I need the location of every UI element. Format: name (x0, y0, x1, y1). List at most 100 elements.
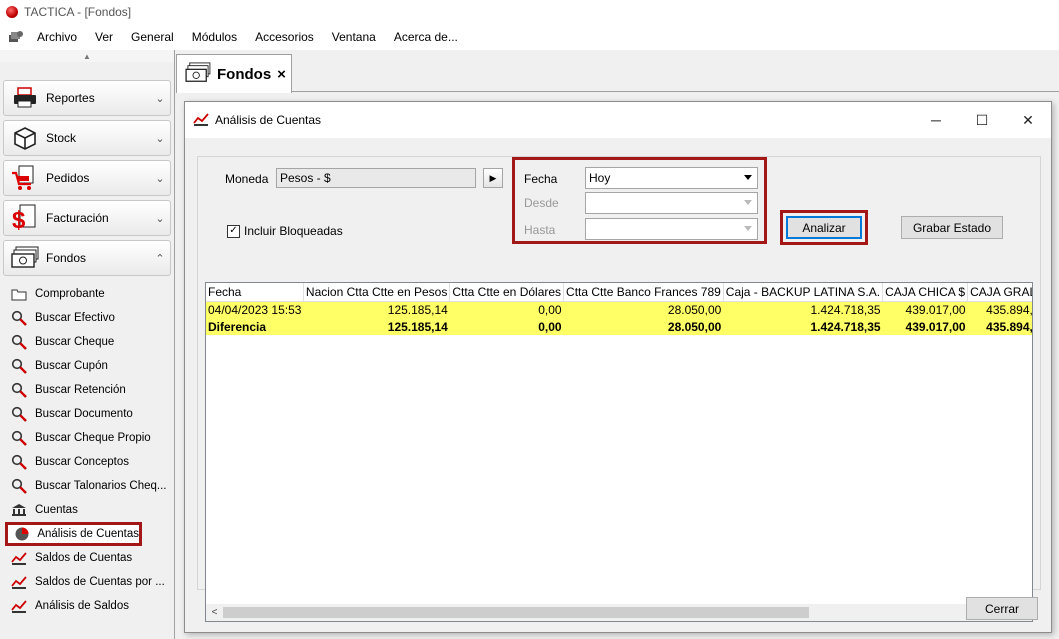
sidebar-item-buscar-cheque-propio[interactable]: Buscar Cheque Propio (0, 426, 174, 450)
search-icon (10, 406, 28, 422)
column-header[interactable]: Nacion Ctta Ctte en Pesos (303, 283, 451, 302)
tab-fondos[interactable]: Fondos × (176, 54, 292, 93)
search-icon (10, 310, 28, 326)
fecha-combo[interactable]: Hoy (585, 167, 758, 189)
folder-icon (10, 286, 28, 302)
cerrar-button[interactable]: Cerrar (966, 597, 1038, 620)
sidebar-group-label: Pedidos (46, 171, 90, 185)
chart-icon (10, 550, 28, 566)
table-cell: 125.185,14 (303, 318, 450, 335)
sidebar-group-fondos[interactable]: Fondos ⌃ (3, 240, 171, 276)
moneda-field[interactable]: Pesos - $ (276, 168, 476, 188)
box-icon (10, 125, 40, 151)
sidebar-item-buscar-retencion[interactable]: Buscar Retención (0, 378, 174, 402)
close-icon[interactable]: × (277, 66, 286, 83)
scrollbar-track[interactable] (223, 604, 1015, 621)
grabar-estado-button[interactable]: Grabar Estado (901, 216, 1003, 239)
results-grid: Fecha Nacion Ctta Ctte en Pesos Ctta Ctt… (205, 282, 1033, 622)
menu-ver[interactable]: Ver (86, 30, 122, 44)
table-cell: Diferencia (206, 318, 304, 335)
sidebar-item-label: Buscar Documento (35, 408, 133, 420)
sidebar-item-buscar-documento[interactable]: Buscar Documento (0, 402, 174, 426)
sidebar-item-buscar-cupon[interactable]: Buscar Cupón (0, 354, 174, 378)
table-cell: 435.894,30 (967, 318, 1032, 335)
table-cell: 1.424.718,35 (723, 301, 883, 318)
table-row[interactable]: 04/04/2023 15:53 125.185,14 0,00 28.050,… (206, 301, 1032, 318)
sidebar-scroll-up[interactable]: ▲ (0, 50, 174, 62)
desde-combo[interactable] (585, 192, 758, 214)
menu-bar: Archivo Ver General Módulos Accesorios V… (0, 24, 1059, 50)
column-header[interactable]: Fecha (206, 283, 304, 302)
menu-general[interactable]: General (122, 30, 183, 44)
table-row[interactable]: Diferencia 125.185,14 0,00 28.050,00 1.4… (206, 318, 1032, 335)
sidebar-item-label: Buscar Efectivo (35, 312, 115, 324)
search-icon (10, 334, 28, 350)
document-tab-strip: Fondos × (176, 50, 1059, 93)
chevron-down-icon: ⌄ (155, 132, 165, 145)
sidebar-item-label: Buscar Conceptos (35, 456, 129, 468)
table-cell: 439.017,00 (882, 318, 968, 335)
sidebar-item-analisis-saldos[interactable]: Análisis de Saldos (0, 594, 174, 618)
bank-icon (10, 502, 28, 518)
sidebar-group-stock[interactable]: Stock ⌄ (3, 120, 171, 156)
horizontal-scrollbar[interactable]: < > (206, 604, 1032, 621)
window-title: TACTICA - [Fondos] (24, 5, 132, 19)
column-header[interactable]: CAJA CHICA $ (882, 283, 969, 302)
dollar-icon: $ (10, 204, 40, 232)
sidebar-item-label: Buscar Retención (35, 384, 126, 396)
scrollbar-thumb[interactable] (223, 607, 809, 618)
table-cell: 04/04/2023 15:53 (206, 301, 304, 318)
sidebar-group-label: Reportes (46, 91, 95, 105)
column-header[interactable]: Caja - BACKUP LATINA S.A. (723, 283, 884, 302)
money-icon (10, 245, 40, 271)
chevron-up-icon: ⌃ (155, 252, 165, 265)
checkmark-icon: ✓ (227, 224, 240, 238)
app-menu-icon[interactable] (8, 29, 24, 45)
hasta-combo[interactable] (585, 218, 758, 240)
analisis-cuentas-dialog: Análisis de Cuentas ─ ☐ ✕ Moneda Pesos -… (184, 101, 1052, 633)
sidebar-group-facturacion[interactable]: $ Facturación ⌄ (3, 200, 171, 236)
sidebar-group-pedidos[interactable]: Pedidos ⌄ (3, 160, 171, 196)
dropdown-arrow-icon (744, 226, 752, 231)
sidebar-item-buscar-conceptos[interactable]: Buscar Conceptos (0, 450, 174, 474)
menu-ventana[interactable]: Ventana (323, 30, 385, 44)
close-icon[interactable]: ✕ (1005, 102, 1051, 138)
column-header[interactable]: CAJA GRAL $ (967, 283, 1032, 302)
sidebar-item-analisis-cuentas[interactable]: Análisis de Cuentas (5, 522, 142, 546)
fecha-label: Fecha (524, 172, 558, 186)
sidebar-item-comprobante[interactable]: Comprobante (0, 282, 174, 306)
sidebar-item-saldos-cuentas[interactable]: Saldos de Cuentas (0, 546, 174, 570)
menu-archivo[interactable]: Archivo (28, 30, 86, 44)
dropdown-arrow-icon (744, 175, 752, 180)
table-cell: 28.050,00 (563, 318, 724, 335)
menu-accesorios[interactable]: Accesorios (246, 30, 323, 44)
moneda-select-button[interactable]: ▶ (483, 168, 503, 188)
sidebar-item-buscar-cheque[interactable]: Buscar Cheque (0, 330, 174, 354)
analizar-button[interactable]: Analizar (786, 216, 862, 239)
sidebar-item-saldos-cuentas-por[interactable]: Saldos de Cuentas por ... (0, 570, 174, 594)
sidebar-items: Comprobante Buscar Efectivo Buscar Chequ… (0, 282, 174, 618)
sidebar-item-cuentas[interactable]: Cuentas (0, 498, 174, 522)
minimize-icon[interactable]: ─ (913, 102, 959, 138)
sidebar-item-buscar-talonarios[interactable]: Buscar Talonarios Cheq... (0, 474, 174, 498)
tab-label: Fondos (217, 65, 272, 83)
chevron-left-icon[interactable]: < (206, 604, 223, 621)
sidebar-item-label: Buscar Cheque Propio (35, 432, 151, 444)
column-header[interactable]: Ctta Ctte Banco Frances 789 (563, 283, 724, 302)
incluir-bloqueadas-checkbox[interactable]: ✓ Incluir Bloqueadas (227, 224, 343, 238)
svg-text:$: $ (12, 207, 26, 232)
sidebar-item-label: Saldos de Cuentas (35, 552, 133, 564)
menu-modulos[interactable]: Módulos (183, 30, 246, 44)
menu-acerca[interactable]: Acerca de... (385, 30, 467, 44)
table-cell: 435.894,30 (967, 301, 1032, 318)
sidebar-item-buscar-efectivo[interactable]: Buscar Efectivo (0, 306, 174, 330)
results-table: Fecha Nacion Ctta Ctte en Pesos Ctta Ctt… (206, 283, 1032, 335)
sidebar-item-label: Saldos de Cuentas por ... (35, 576, 165, 588)
cart-icon (10, 165, 40, 191)
table-cell: 0,00 (449, 318, 564, 335)
column-header[interactable]: Ctta Ctte en Dólares (449, 283, 565, 302)
sidebar-item-label: Cuentas (35, 504, 78, 516)
sidebar-item-label: Buscar Cheque (35, 336, 115, 348)
sidebar-group-reportes[interactable]: Reportes ⌄ (3, 80, 171, 116)
maximize-icon[interactable]: ☐ (959, 102, 1005, 138)
